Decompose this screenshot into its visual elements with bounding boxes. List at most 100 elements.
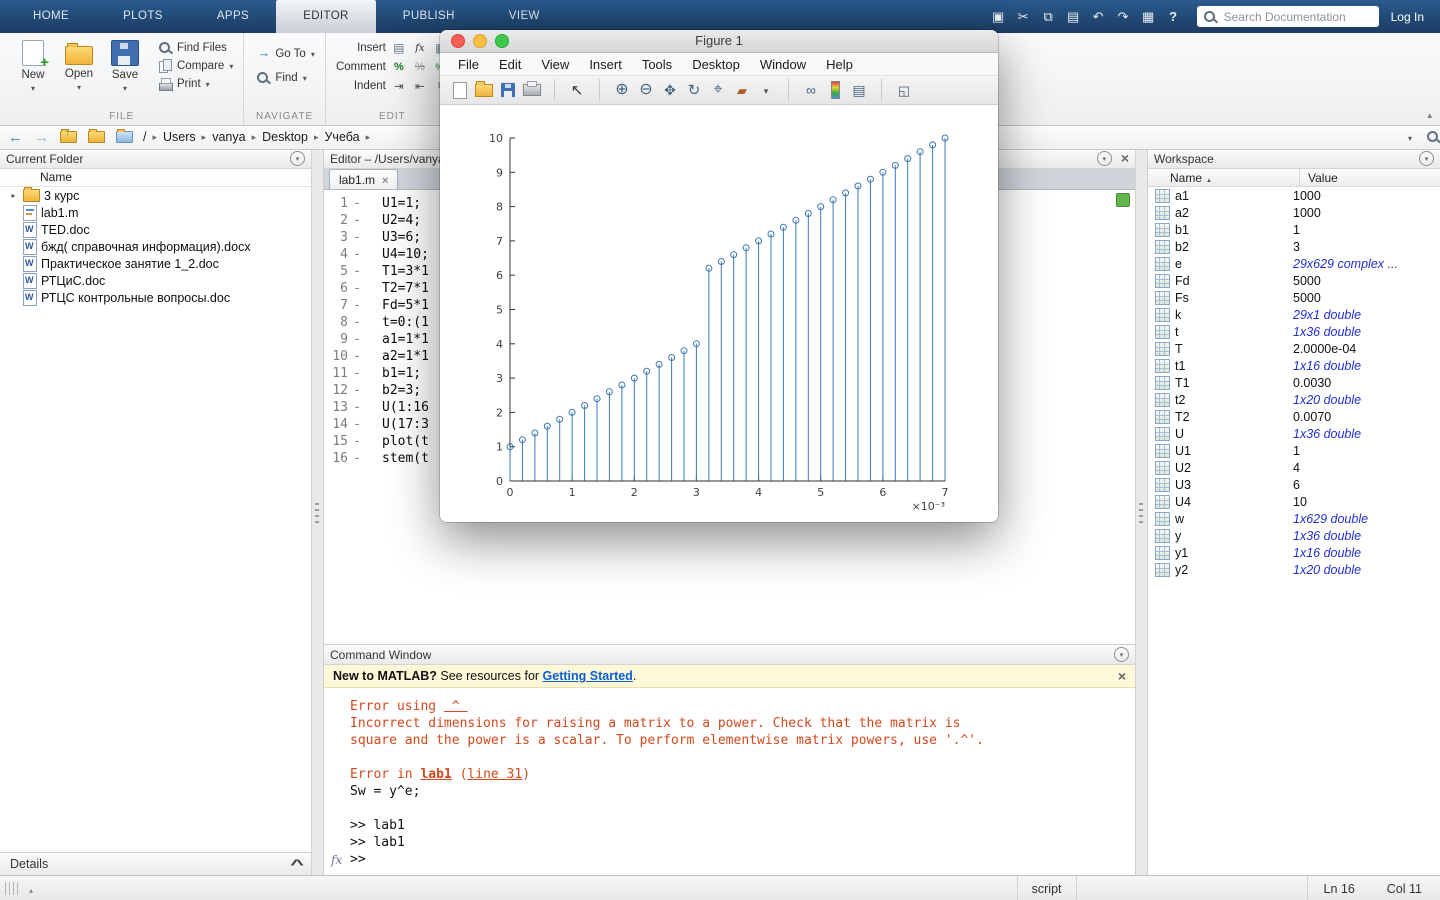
login-button[interactable]: Log In [1391, 10, 1424, 24]
workspace-variable-row[interactable]: a1 1000 [1148, 187, 1440, 204]
search-folder-icon[interactable] [1426, 130, 1440, 144]
print-figure-icon[interactable] [520, 79, 544, 101]
open-button[interactable]: Open [56, 38, 102, 94]
error-operator-link[interactable]: ^ [444, 699, 467, 714]
close-icon[interactable] [1121, 151, 1129, 166]
insert-section-icon[interactable] [391, 41, 407, 55]
find-button[interactable]: Find [256, 71, 315, 85]
insert-function-icon[interactable]: fx [412, 41, 428, 55]
uncomment-icon[interactable] [412, 60, 428, 74]
value-column-header[interactable]: Value [1300, 171, 1338, 185]
pointer-icon[interactable] [554, 79, 589, 101]
zoom-in-icon[interactable] [599, 79, 634, 101]
up-one-level-icon[interactable] [60, 131, 77, 143]
panel-splitter[interactable] [1135, 149, 1148, 875]
save-figure-icon[interactable] [496, 79, 520, 101]
close-banner-icon[interactable] [1118, 669, 1126, 684]
workspace-variable-row[interactable]: U4 10 [1148, 493, 1440, 510]
dock-figure-icon[interactable] [881, 79, 916, 101]
file-item[interactable]: бжд( справочная информация).docx [0, 238, 311, 255]
forward-arrow-icon[interactable] [34, 129, 49, 146]
fx-button[interactable]: fx [331, 852, 342, 869]
path-dropdown-icon[interactable] [1408, 130, 1412, 144]
file-item[interactable]: Практическое занятие 1_2.doc [0, 255, 311, 272]
workspace-variable-row[interactable]: U3 6 [1148, 476, 1440, 493]
figure-menu-item[interactable]: File [448, 57, 489, 72]
window-layout-icon[interactable] [1141, 10, 1156, 24]
figure-menu-item[interactable]: Window [750, 57, 816, 72]
name-column-header[interactable]: Name [0, 169, 311, 187]
breadcrumb-segment[interactable]: Desktop [262, 130, 308, 144]
workspace-variable-row[interactable]: b1 1 [1148, 221, 1440, 238]
workspace-variable-row[interactable]: e 29x629 complex ... [1148, 255, 1440, 272]
chevron-up-icon[interactable] [293, 856, 301, 872]
file-item[interactable]: lab1.m [0, 204, 311, 221]
breadcrumb-segment[interactable]: vanya [212, 130, 245, 144]
new-figure-icon[interactable] [448, 79, 472, 101]
help-icon[interactable] [1166, 10, 1181, 24]
workspace-variable-row[interactable]: k 29x1 double [1148, 306, 1440, 323]
maximize-window-button[interactable] [495, 34, 509, 48]
active-prompt-line[interactable]: fx>> [350, 851, 1135, 868]
indent-right-icon[interactable] [391, 79, 407, 93]
getting-started-link[interactable]: Getting Started [543, 669, 633, 683]
documentation-search[interactable] [1197, 6, 1379, 27]
figure-menu-item[interactable]: View [531, 57, 579, 72]
redo-icon[interactable] [1116, 10, 1131, 24]
workspace-variable-row[interactable]: T1 0.0030 [1148, 374, 1440, 391]
paste-icon[interactable] [1066, 10, 1081, 24]
workspace-variable-row[interactable]: T 2.0000e-04 [1148, 340, 1440, 357]
workspace-variable-row[interactable]: U 1x36 double [1148, 425, 1440, 442]
panel-menu-button[interactable] [290, 151, 305, 166]
figure-menu-item[interactable]: Edit [489, 57, 531, 72]
toolstrip-tab[interactable]: VIEW [482, 0, 567, 33]
close-window-button[interactable] [451, 34, 465, 48]
editor-tab-lab1[interactable]: lab1.m [329, 169, 398, 189]
breadcrumb-segment[interactable]: Учеба [324, 130, 359, 144]
figure-menu-item[interactable]: Tools [632, 57, 682, 72]
rotate-3d-icon[interactable] [682, 79, 706, 101]
panel-menu-button[interactable] [1097, 151, 1112, 166]
close-tab-icon[interactable] [382, 173, 388, 187]
dropdown-arrow-icon[interactable] [754, 79, 778, 101]
file-item[interactable]: РТЦиС.doc [0, 272, 311, 289]
panel-splitter[interactable] [311, 149, 324, 875]
workspace-variable-row[interactable]: y2 1x20 double [1148, 561, 1440, 578]
workspace-variable-row[interactable]: U1 1 [1148, 442, 1440, 459]
minimize-window-button[interactable] [473, 34, 487, 48]
workspace-variable-row[interactable]: T2 0.0070 [1148, 408, 1440, 425]
workspace-variable-row[interactable]: t2 1x20 double [1148, 391, 1440, 408]
save-button[interactable]: Save [102, 38, 148, 94]
name-column-header[interactable]: Name [1148, 169, 1300, 186]
comment-icon[interactable] [391, 60, 407, 74]
insert-colorbar-icon[interactable] [823, 79, 847, 101]
workspace-variable-row[interactable]: Fs 5000 [1148, 289, 1440, 306]
collapse-ribbon-icon[interactable] [1427, 107, 1432, 121]
figure-titlebar[interactable]: Figure 1 [440, 30, 998, 53]
pan-icon[interactable] [658, 79, 682, 101]
workspace-variable-row[interactable]: w 1x629 double [1148, 510, 1440, 527]
browse-folder-icon[interactable] [88, 131, 105, 143]
panel-menu-button[interactable] [1419, 151, 1434, 166]
details-bar[interactable]: Details [0, 852, 311, 875]
workspace-variable-row[interactable]: U2 4 [1148, 459, 1440, 476]
workspace-variable-row[interactable]: a2 1000 [1148, 204, 1440, 221]
insert-legend-icon[interactable] [847, 79, 871, 101]
save-icon[interactable] [991, 10, 1006, 24]
data-cursor-icon[interactable] [706, 79, 730, 101]
toolstrip-tab[interactable]: PUBLISH [376, 0, 482, 33]
go-to-button[interactable]: Go To [256, 47, 315, 61]
breadcrumb-segment[interactable]: Users [163, 130, 196, 144]
code-analyzer-indicator[interactable] [1116, 193, 1130, 207]
new-button[interactable]: New [10, 38, 56, 94]
indent-left-icon[interactable] [412, 79, 428, 93]
compare-button[interactable]: Compare [158, 59, 233, 73]
breadcrumb-segment[interactable]: / [143, 130, 146, 144]
back-arrow-icon[interactable] [8, 129, 23, 146]
error-file-link[interactable]: lab1 [420, 767, 451, 782]
figure-menu-item[interactable]: Insert [579, 57, 632, 72]
toolstrip-tab[interactable]: PLOTS [96, 0, 190, 33]
workspace-variable-row[interactable]: y1 1x16 double [1148, 544, 1440, 561]
file-item[interactable]: РТЦС контрольные вопросы.doc [0, 289, 311, 306]
error-line-link[interactable]: line 31 [467, 767, 522, 782]
